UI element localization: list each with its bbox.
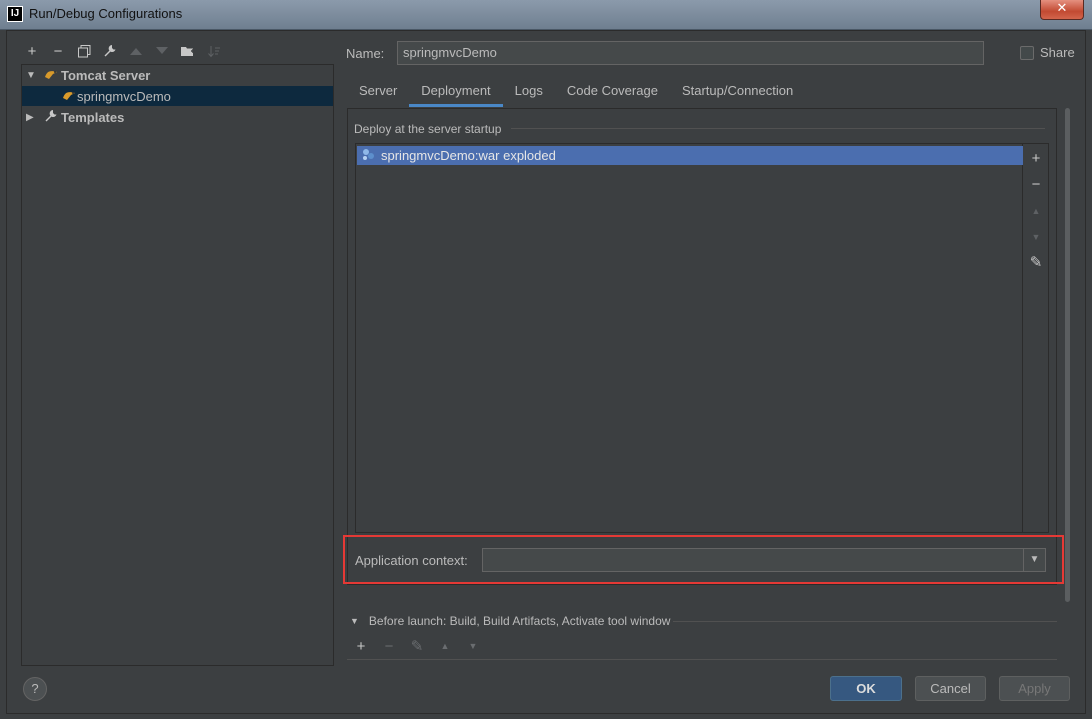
move-task-up-button[interactable]: ▲ [434,635,456,657]
cancel-button[interactable]: Cancel [915,676,986,701]
tab-server[interactable]: Server [347,77,409,107]
deployment-list-item[interactable]: springmvcDemo:war exploded [357,146,1023,165]
sort-icon [207,45,220,57]
edit-task-button[interactable]: ✎ [406,635,428,657]
tree-label-springmvcdemo: springmvcDemo [77,88,171,104]
remove-config-button[interactable]: − [47,40,69,62]
move-task-down-button[interactable]: ▼ [462,635,484,657]
help-button[interactable]: ? [23,677,47,701]
before-launch-label: Before launch: Build, Build Artifacts, A… [368,614,671,628]
config-tabs: Server Deployment Logs Code Coverage Sta… [347,77,805,107]
deployment-side-toolbar: + − ▲ ▼ ✎ [1023,143,1049,533]
sort-button[interactable] [203,40,225,62]
name-input[interactable]: springmvcDemo [397,41,984,65]
tab-deployment[interactable]: Deployment [409,77,503,107]
move-down-button[interactable] [151,40,173,62]
add-deployment-button[interactable]: + [1027,150,1045,168]
run-debug-dialog: + − ▼ Tomcat Server springmvcDemo ▶ Temp… [6,30,1086,714]
remove-deployment-button[interactable]: − [1027,176,1045,194]
section-separator [511,128,1045,129]
wrench-icon [104,45,116,57]
folder-icon [181,47,195,56]
deployment-item-label: springmvcDemo:war exploded [381,148,556,163]
edit-defaults-button[interactable] [99,40,121,62]
add-task-button[interactable]: + [350,635,372,657]
add-config-button[interactable]: + [21,40,43,62]
tomcat-icon [44,68,58,83]
apply-button[interactable]: Apply [999,676,1070,701]
chevron-down-icon[interactable]: ▼ [1023,549,1045,571]
tree-expanded-icon[interactable]: ▼ [26,70,36,81]
bottom-separator [347,659,1057,660]
config-toolbar: + − [21,39,225,63]
tab-code-coverage[interactable]: Code Coverage [555,77,670,107]
share-checkbox[interactable] [1020,45,1034,60]
name-label: Name: [346,46,385,61]
tree-label-templates: Templates [61,109,125,125]
before-launch-toolbar: + − ✎ ▲ ▼ [350,635,484,657]
arrow-up-icon [130,48,142,55]
artifact-icon [361,147,375,164]
tab-startup-connection[interactable]: Startup/Connection [670,77,805,107]
tree-label-tomcat: Tomcat Server [61,67,151,83]
move-to-folder-button[interactable] [177,40,199,62]
ok-button[interactable]: OK [830,676,902,701]
before-launch-separator [673,621,1057,622]
before-launch-header[interactable]: ▼ Before launch: Build, Build Artifacts,… [350,614,670,628]
edit-deployment-button[interactable]: ✎ [1027,254,1045,272]
app-context-label: Application context: [355,553,468,568]
share-label: Share [1040,45,1075,60]
share-checkbox-group[interactable]: Share [1020,45,1075,60]
window-title: Run/Debug Configurations [29,6,183,21]
chevron-down-icon[interactable]: ▼ [350,616,359,626]
tree-collapsed-icon[interactable]: ▶ [26,112,34,123]
tree-node-tomcat-server[interactable]: ▼ Tomcat Server [22,65,333,85]
app-context-combo[interactable]: ▼ [482,548,1046,572]
tree-node-templates[interactable]: ▶ Templates [22,107,333,127]
deploy-section-title: Deploy at the server startup [354,122,502,136]
window-close-button[interactable]: ✕ [1040,0,1084,20]
tree-node-springmvcdemo[interactable]: springmvcDemo [22,86,333,106]
window-title-bar: IJ Run/Debug Configurations ✕ [0,0,1092,30]
tab-logs[interactable]: Logs [503,77,555,107]
wrench-icon [44,109,58,126]
copy-icon [77,44,90,57]
tomcat-config-icon [62,89,76,104]
config-tree: ▼ Tomcat Server springmvcDemo ▶ Template… [21,64,334,666]
intellij-app-icon: IJ [7,6,23,22]
deployment-list[interactable]: springmvcDemo:war exploded [355,143,1023,533]
remove-task-button[interactable]: − [378,635,400,657]
move-up-button[interactable] [125,40,147,62]
copy-config-button[interactable] [73,40,95,62]
scrollbar-thumb[interactable] [1065,108,1070,602]
move-deployment-down-button[interactable]: ▼ [1027,228,1045,246]
arrow-down-icon [156,47,168,54]
move-deployment-up-button[interactable]: ▲ [1027,202,1045,220]
